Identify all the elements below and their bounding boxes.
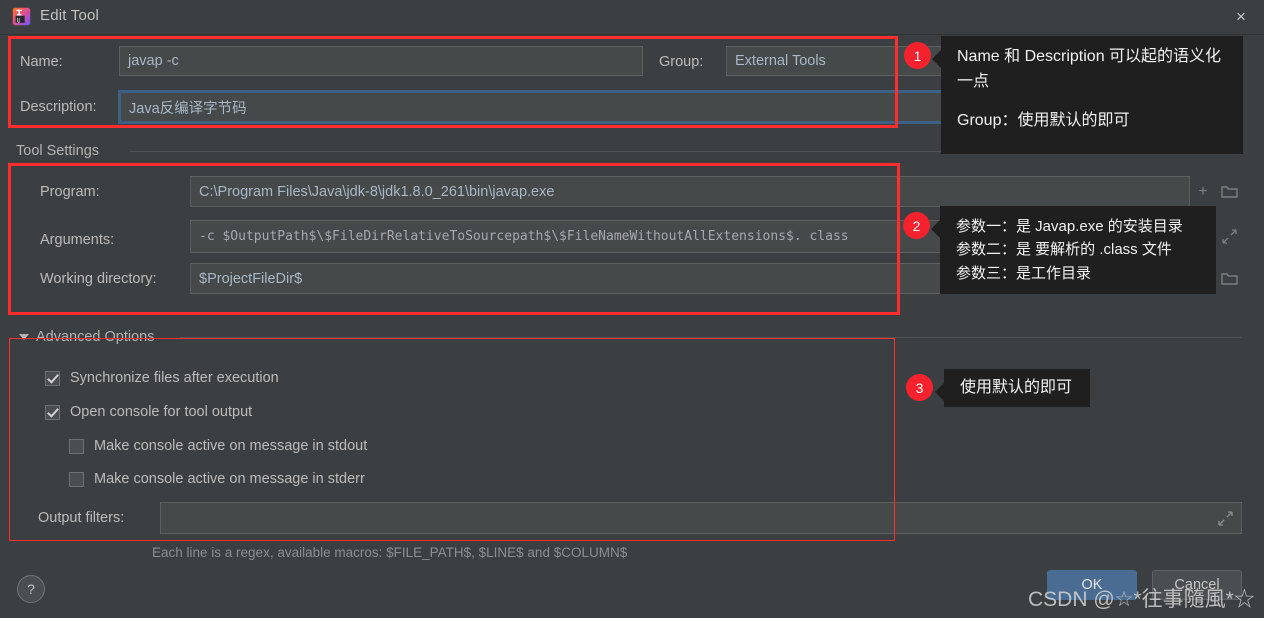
svg-text:IJ: IJ — [17, 18, 21, 24]
callout-line: 一点 — [957, 72, 990, 90]
checkbox-label: Synchronize files after execution — [70, 370, 279, 386]
checkbox-console-active-stdout[interactable] — [69, 438, 84, 454]
name-label: Name: — [20, 54, 63, 70]
output-filters-input[interactable] — [160, 502, 1242, 534]
arguments-label: Arguments: — [40, 232, 115, 248]
arguments-expand-icon[interactable] — [1216, 220, 1242, 253]
working-directory-label: Working directory: — [40, 271, 157, 287]
cancel-button[interactable]: Cancel — [1152, 570, 1242, 600]
program-label: Program: — [40, 184, 100, 200]
checkbox-synchronize-files[interactable] — [45, 370, 60, 386]
name-input[interactable]: javap -c — [119, 46, 643, 76]
expand-icon — [1217, 510, 1233, 526]
checkbox-open-console[interactable] — [45, 404, 60, 420]
callout-line-spacer — [957, 95, 1227, 109]
description-label: Description: — [20, 99, 97, 115]
callout-tooltip-3: 使用默认的即可 — [935, 369, 1090, 407]
program-folder-icon[interactable] — [1216, 176, 1242, 207]
callout-line: Group：使用默认的即可 — [957, 111, 1130, 129]
checkbox-row-open-console[interactable]: Open console for tool output — [45, 404, 252, 420]
advanced-options-divider — [180, 337, 1242, 338]
checkbox-label: Make console active on message in stdout — [94, 438, 368, 454]
ok-button[interactable]: OK — [1047, 570, 1137, 600]
output-filters-label: Output filters: — [38, 510, 125, 526]
intellij-idea-icon: IJ — [12, 7, 31, 26]
callout-line: 使用默认的即可 — [960, 378, 1073, 396]
callout-tooltip-1: Name 和 Description 可以起的语义化 一点 Group：使用默认… — [932, 36, 1243, 154]
callout-line: 参数二：是 要解析的 .class 文件 — [956, 241, 1172, 259]
advanced-options-title: Advanced Options — [36, 329, 162, 345]
checkbox-row-synchronize-files[interactable]: Synchronize files after execution — [45, 370, 279, 386]
working-directory-folder-icon[interactable] — [1216, 263, 1242, 294]
edit-tool-dialog: IJ Edit Tool × Name: javap -c Group: Ext… — [0, 0, 1264, 618]
checkbox-row-console-active-stdout[interactable]: Make console active on message in stdout — [69, 438, 367, 454]
callout-badge-3: 3 — [906, 374, 933, 401]
callout-badge-1: 1 — [904, 42, 931, 69]
folder-icon — [1220, 185, 1238, 198]
tool-settings-title: Tool Settings — [16, 143, 107, 159]
callout-tooltip-2: 参数一：是 Javap.exe 的安装目录 参数二：是 要解析的 .class … — [931, 206, 1216, 294]
checkbox-label: Make console active on message in stderr — [94, 471, 365, 487]
callout-line: 参数一：是 Javap.exe 的安装目录 — [956, 218, 1183, 235]
window-title: Edit Tool — [40, 7, 100, 24]
help-button[interactable]: ? — [17, 575, 45, 603]
folder-icon — [1220, 272, 1238, 285]
checkbox-row-console-active-stderr[interactable]: Make console active on message in stderr — [69, 471, 365, 487]
advanced-options-chevron-down-icon[interactable] — [19, 334, 29, 340]
group-label: Group: — [659, 54, 704, 70]
callout-badge-2: 2 — [903, 212, 930, 239]
callout-line: Name 和 Description 可以起的语义化 — [957, 48, 1222, 65]
program-plus-icon[interactable]: + — [1190, 176, 1216, 207]
expand-icon — [1221, 229, 1237, 244]
callout-line: 参数三：是工作目录 — [956, 264, 1092, 282]
close-icon[interactable]: × — [1218, 0, 1264, 34]
title-bar: IJ Edit Tool × — [0, 0, 1264, 35]
output-filters-expand-icon[interactable] — [1212, 502, 1238, 534]
checkbox-console-active-stderr[interactable] — [69, 471, 84, 487]
program-input[interactable]: C:\Program Files\Java\jdk-8\jdk1.8.0_261… — [190, 176, 1190, 207]
output-filters-hint: Each line is a regex, available macros: … — [152, 545, 628, 560]
checkbox-label: Open console for tool output — [70, 404, 253, 420]
